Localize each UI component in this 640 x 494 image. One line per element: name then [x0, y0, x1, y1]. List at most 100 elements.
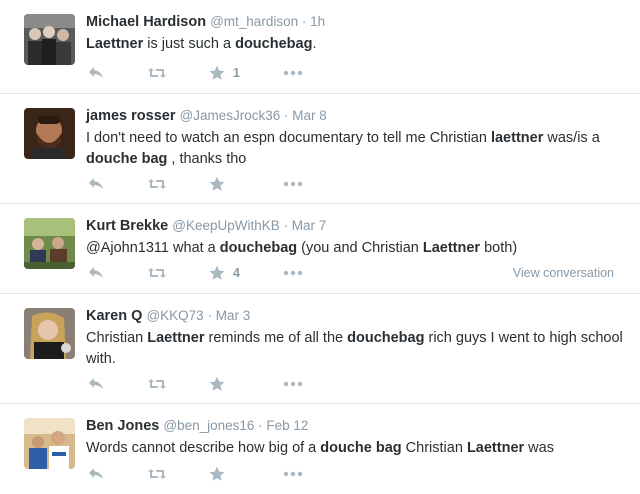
avatar[interactable]: [24, 218, 75, 269]
favorite-button[interactable]: 1: [209, 63, 240, 83]
tweet-header: Michael Hardison @mt_hardison · 1h: [86, 12, 325, 32]
more-button[interactable]: [283, 174, 303, 194]
retweet-icon: [147, 66, 167, 80]
highlighted-term: Laettner: [86, 36, 144, 52]
retweet-button[interactable]: [147, 464, 167, 484]
tweet-actions: [86, 174, 626, 194]
user-handle[interactable]: @JamesJrock36: [180, 108, 281, 123]
more-icon: [283, 270, 303, 276]
reply-button[interactable]: [88, 174, 104, 194]
highlighted-term: douchebag: [347, 330, 425, 346]
tweet-actions: [86, 374, 626, 394]
more-icon: [283, 181, 303, 187]
reply-icon: [88, 66, 104, 80]
reply-button[interactable]: [88, 374, 104, 394]
tweet[interactable]: Kurt Brekke @KeepUpWithKB · Mar 7 @Ajohn…: [0, 204, 640, 294]
retweet-icon: [147, 467, 167, 481]
avatar[interactable]: [24, 108, 75, 159]
more-button[interactable]: [283, 263, 303, 283]
user-handle[interactable]: @KeepUpWithKB: [172, 218, 280, 233]
tweet-text-run: is just such a: [143, 36, 236, 52]
highlighted-term: douchebag: [219, 240, 298, 256]
avatar[interactable]: [24, 418, 75, 469]
tweet-timestamp[interactable]: Mar 3: [216, 308, 251, 323]
user-handle[interactable]: @ben_jones16: [163, 418, 254, 433]
favorite-count: 4: [233, 266, 240, 280]
tweet-text-run: , thanks tho: [167, 151, 247, 167]
avatar[interactable]: [24, 14, 75, 65]
tweet-timestamp[interactable]: Mar 8: [292, 108, 327, 123]
star-icon: [209, 176, 225, 192]
retweet-icon: [147, 177, 167, 191]
meta-separator: ·: [203, 308, 216, 323]
avatar[interactable]: [24, 308, 75, 359]
user-handle[interactable]: @KKQ73: [146, 308, 203, 323]
tweet-header: Kurt Brekke @KeepUpWithKB · Mar 7: [86, 216, 326, 236]
tweet-header: Ben Jones @ben_jones16 · Feb 12: [86, 416, 308, 436]
tweet-timestamp[interactable]: 1h: [310, 14, 325, 29]
view-conversation-link[interactable]: View conversation: [513, 263, 614, 283]
tweet-text-run: Christian: [86, 330, 148, 346]
tweet-text: Laettner is just such a douchebag.: [86, 34, 626, 55]
user-fullname[interactable]: Michael Hardison: [86, 14, 206, 30]
retweet-button[interactable]: [147, 174, 167, 194]
more-button[interactable]: [283, 63, 303, 83]
tweet[interactable]: james rosser @JamesJrock36 · Mar 8 I don…: [0, 94, 640, 204]
tweet-text-run: @Ajohn1311: [86, 240, 169, 256]
meta-separator: ·: [298, 14, 311, 29]
highlighted-term: douche bag: [320, 440, 402, 456]
tweet[interactable]: Michael Hardison @mt_hardison · 1h Laett…: [0, 0, 640, 94]
more-icon: [283, 381, 303, 387]
favorite-button[interactable]: [209, 374, 225, 394]
tweet-text-run: reminds me of all the: [204, 330, 348, 346]
tweet-header: Karen Q @KKQ73 · Mar 3: [86, 306, 250, 326]
user-handle[interactable]: @mt_hardison: [210, 14, 298, 29]
reply-button[interactable]: [88, 464, 104, 484]
star-icon: [209, 376, 225, 392]
reply-button[interactable]: [88, 263, 104, 283]
tweet-actions: 1: [86, 63, 626, 83]
user-fullname[interactable]: james rosser: [86, 108, 175, 124]
favorite-button[interactable]: [209, 174, 225, 194]
tweet-timestamp[interactable]: Mar 7: [292, 218, 327, 233]
more-button[interactable]: [283, 374, 303, 394]
favorite-count: 1: [233, 66, 240, 80]
tweet-text-run: .: [312, 36, 317, 52]
favorite-button[interactable]: [209, 464, 225, 484]
tweet-feed: Michael Hardison @mt_hardison · 1h Laett…: [0, 0, 640, 494]
retweet-button[interactable]: [147, 63, 167, 83]
more-icon: [283, 471, 303, 477]
more-icon: [283, 70, 303, 76]
tweet[interactable]: Karen Q @KKQ73 · Mar 3 Christian Laettne…: [0, 294, 640, 404]
tweet-text: Christian Laettner reminds me of all the…: [86, 328, 626, 370]
tweet-text: Words cannot describe how big of a douch…: [86, 438, 626, 459]
user-fullname[interactable]: Ben Jones: [86, 418, 159, 434]
tweet-text-run: both): [480, 240, 518, 256]
reply-icon: [88, 467, 104, 481]
highlighted-term: Laettner: [466, 440, 525, 456]
retweet-icon: [147, 266, 167, 280]
tweet-text-run: I don't need to watch an espn documentar…: [86, 130, 491, 146]
tweet-actions: [86, 464, 626, 484]
tweet-timestamp[interactable]: Feb 12: [266, 418, 308, 433]
tweet-text: @Ajohn1311 what a douchebag (you and Chr…: [86, 238, 626, 259]
star-icon: [209, 265, 225, 281]
retweet-button[interactable]: [147, 374, 167, 394]
meta-separator: ·: [279, 218, 292, 233]
tweet-text-run: Christian: [401, 440, 467, 456]
tweet-text-run: (you and Christian: [297, 240, 423, 256]
tweet-text: I don't need to watch an espn documentar…: [86, 128, 626, 170]
reply-icon: [88, 266, 104, 280]
tweet-actions: 4 View conversation: [86, 263, 626, 283]
user-fullname[interactable]: Karen Q: [86, 308, 142, 324]
highlighted-term: Laettner: [422, 240, 481, 256]
user-fullname[interactable]: Kurt Brekke: [86, 218, 168, 234]
tweet-text-run: was: [524, 440, 554, 456]
reply-button[interactable]: [88, 63, 104, 83]
tweet-text-run: was/is a: [543, 130, 600, 146]
retweet-button[interactable]: [147, 263, 167, 283]
tweet[interactable]: Ben Jones @ben_jones16 · Feb 12 Words ca…: [0, 404, 640, 494]
favorite-button[interactable]: 4: [209, 263, 240, 283]
meta-separator: ·: [254, 418, 267, 433]
more-button[interactable]: [283, 464, 303, 484]
